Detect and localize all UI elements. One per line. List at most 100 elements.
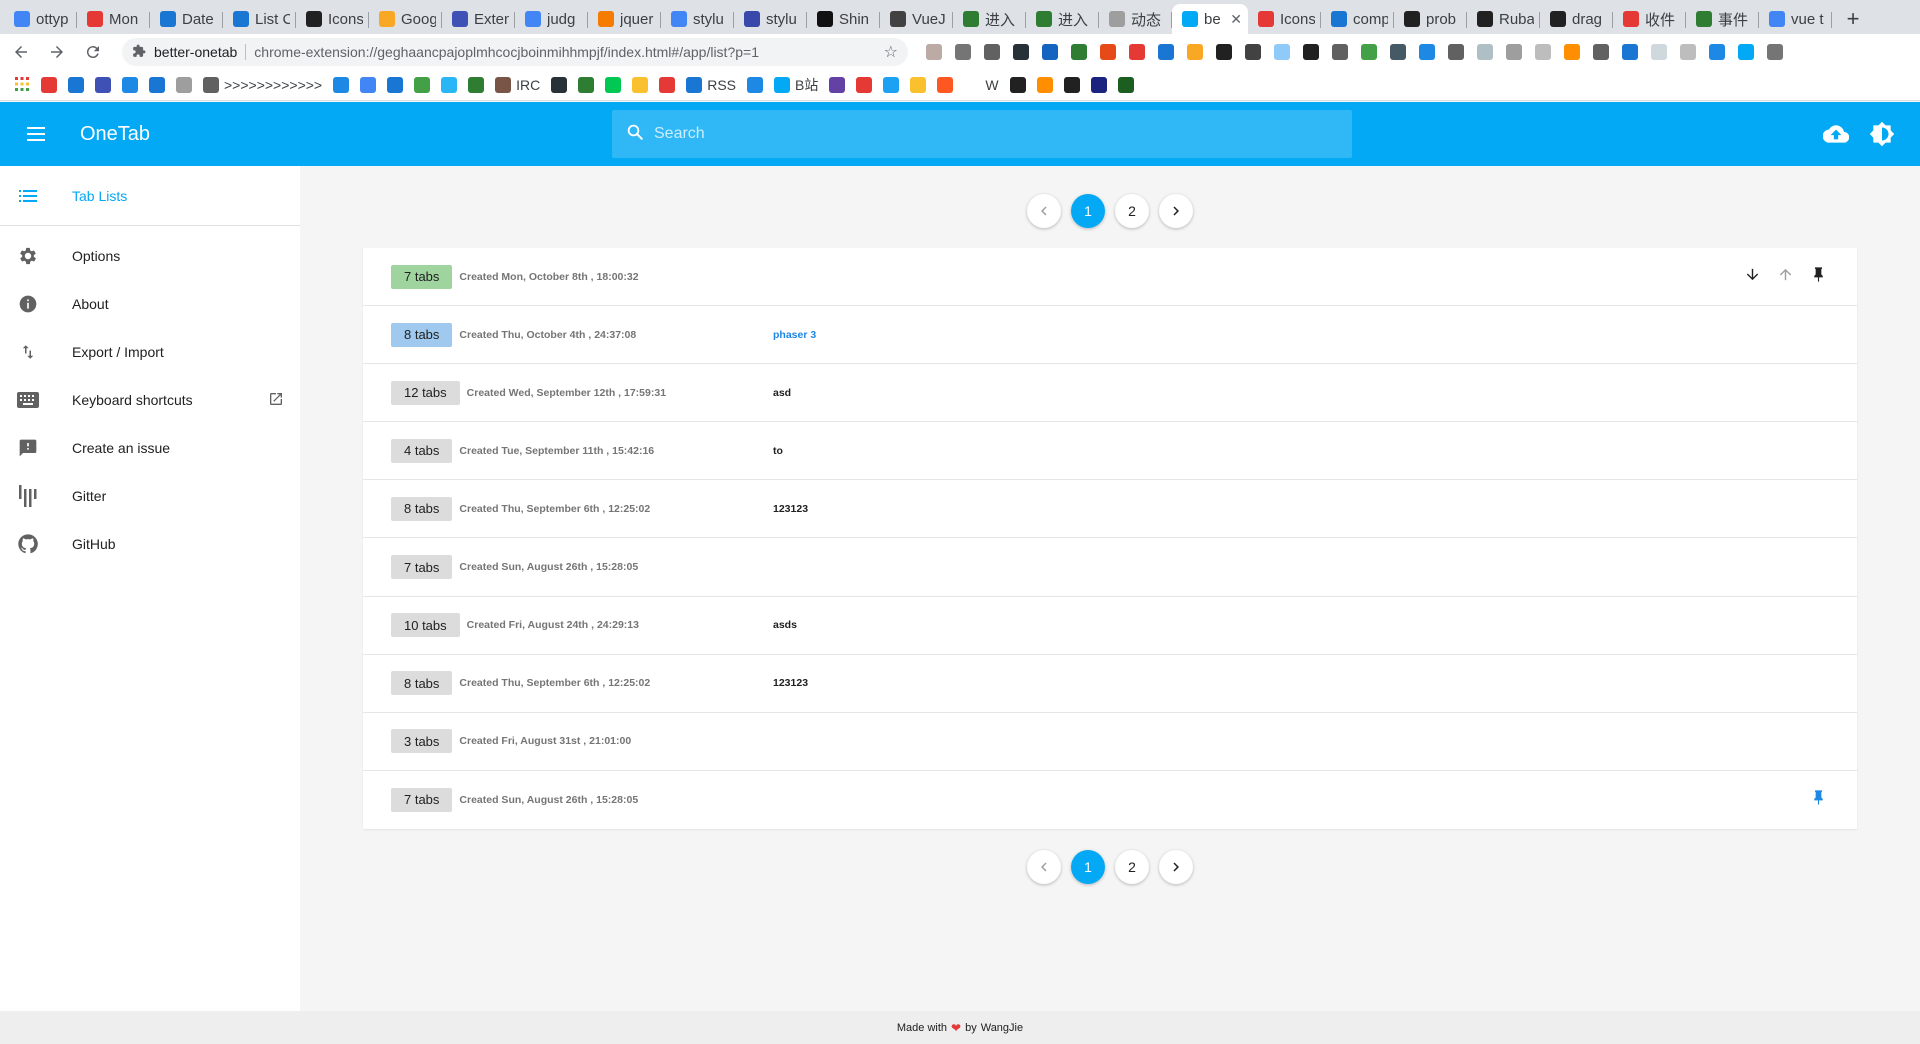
bookmark-item[interactable]: [333, 77, 350, 93]
extension-icon[interactable]: [955, 44, 971, 60]
pin-icon[interactable]: [1810, 266, 1827, 288]
bookmark-item[interactable]: [551, 77, 568, 93]
extension-icon[interactable]: [1738, 44, 1754, 60]
back-arrow-icon[interactable]: [6, 37, 36, 67]
sidebar-item-create-issue[interactable]: Create an issue: [0, 424, 300, 472]
tab-list-row[interactable]: 8 tabs Created Thu, October 4th , 24:37:0…: [363, 306, 1857, 365]
browser-tab[interactable]: judg: [515, 4, 588, 34]
extension-icon[interactable]: [1448, 44, 1464, 60]
extension-icon[interactable]: [1274, 44, 1290, 60]
extension-icon[interactable]: [1709, 44, 1725, 60]
bookmark-item[interactable]: W: [964, 77, 999, 93]
tab-list-row[interactable]: 8 tabs Created Thu, September 6th , 12:25…: [363, 480, 1857, 539]
extension-icon[interactable]: [1767, 44, 1783, 60]
tab-list-title[interactable]: phaser 3: [773, 329, 816, 341]
sidebar-item-github[interactable]: GitHub: [0, 520, 300, 568]
extension-icon[interactable]: [926, 44, 942, 60]
page-1-button[interactable]: 1: [1071, 194, 1105, 228]
bookmark-item[interactable]: >>>>>>>>>>>>: [203, 77, 322, 93]
brightness-icon[interactable]: [1866, 118, 1898, 150]
page-2-button[interactable]: 2: [1115, 194, 1149, 228]
tab-list-row[interactable]: 4 tabs Created Tue, September 11th , 15:4…: [363, 422, 1857, 481]
browser-tab[interactable]: List C: [223, 4, 296, 34]
extension-icon[interactable]: [1042, 44, 1058, 60]
extension-icon[interactable]: [1129, 44, 1145, 60]
bookmark-item[interactable]: [68, 77, 84, 93]
next-page-button[interactable]: [1159, 194, 1193, 228]
bookmark-item[interactable]: [659, 77, 676, 93]
page-2-button[interactable]: 2: [1115, 850, 1149, 884]
new-tab-button[interactable]: +: [1838, 4, 1868, 34]
bookmark-item[interactable]: [937, 77, 954, 93]
extension-icon[interactable]: [1187, 44, 1203, 60]
bookmark-item[interactable]: [910, 77, 927, 93]
bookmark-item[interactable]: [414, 77, 431, 93]
tab-count-badge[interactable]: 3 tabs: [391, 729, 453, 754]
apps-grid-icon[interactable]: [14, 76, 30, 95]
extension-icon[interactable]: [1158, 44, 1174, 60]
bookmark-item[interactable]: [387, 77, 404, 93]
arrow-up-icon[interactable]: [1777, 266, 1794, 288]
extension-icon[interactable]: [1564, 44, 1580, 60]
extension-icon[interactable]: [1506, 44, 1522, 60]
bookmark-item[interactable]: [578, 77, 595, 93]
extension-icon[interactable]: [1245, 44, 1261, 60]
bookmark-item[interactable]: [883, 77, 900, 93]
close-tab-icon[interactable]: ✕: [1230, 11, 1242, 28]
extension-icon[interactable]: [1680, 44, 1696, 60]
browser-tab[interactable]: Ruba: [1467, 4, 1540, 34]
browser-tab[interactable]: stylu: [661, 4, 734, 34]
bookmark-item[interactable]: [149, 77, 165, 93]
bookmark-item[interactable]: [122, 77, 138, 93]
extension-icon[interactable]: [1303, 44, 1319, 60]
tab-count-badge[interactable]: 7 tabs: [391, 555, 453, 580]
tab-list-title[interactable]: asd: [773, 387, 791, 399]
forward-arrow-icon[interactable]: [42, 37, 72, 67]
tab-count-badge[interactable]: 8 tabs: [391, 496, 453, 521]
bookmark-item[interactable]: [1063, 77, 1080, 93]
cloud-upload-icon[interactable]: [1820, 118, 1852, 150]
extension-icon[interactable]: [1100, 44, 1116, 60]
tab-count-badge[interactable]: 10 tabs: [391, 613, 460, 638]
browser-tab[interactable]: Date: [150, 4, 223, 34]
tab-list-row[interactable]: 7 tabs Created Sun, August 26th , 15:28:0…: [363, 538, 1857, 597]
browser-tab[interactable]: vue t: [1759, 4, 1832, 34]
extension-icon[interactable]: [1593, 44, 1609, 60]
tab-count-badge[interactable]: 4 tabs: [391, 438, 453, 463]
browser-tab[interactable]: comp: [1321, 4, 1394, 34]
hamburger-menu-icon[interactable]: [18, 116, 54, 152]
bookmark-star-icon[interactable]: ☆: [884, 42, 898, 62]
tab-count-badge[interactable]: 7 tabs: [391, 264, 453, 289]
extension-icon[interactable]: [1332, 44, 1348, 60]
browser-tab[interactable]: prob: [1394, 4, 1467, 34]
bookmark-item[interactable]: [829, 77, 846, 93]
extension-icon[interactable]: [1419, 44, 1435, 60]
tab-list-row[interactable]: 8 tabs Created Thu, September 6th , 12:25…: [363, 655, 1857, 713]
tab-list-row[interactable]: 7 tabs Created Mon, October 8th , 18:00:3…: [363, 248, 1857, 307]
bookmark-item[interactable]: B站: [774, 75, 818, 95]
bookmark-item[interactable]: [468, 77, 485, 93]
tab-count-badge[interactable]: 12 tabs: [391, 380, 460, 405]
tab-list-title[interactable]: asds: [773, 619, 797, 631]
bookmark-item[interactable]: [441, 77, 458, 93]
pin-icon[interactable]: [1810, 789, 1827, 811]
bookmark-item[interactable]: [632, 77, 649, 93]
search-input[interactable]: [654, 125, 1334, 143]
browser-tab[interactable]: be ✕: [1172, 4, 1248, 34]
bookmark-item[interactable]: [176, 77, 192, 93]
browser-tab[interactable]: stylu: [734, 4, 807, 34]
browser-tab[interactable]: ottyp: [4, 4, 77, 34]
tab-list-row[interactable]: 10 tabs Created Fri, August 24th , 24:29:…: [363, 597, 1857, 655]
reload-icon[interactable]: [78, 37, 108, 67]
bookmark-item[interactable]: [605, 77, 622, 93]
extension-icon[interactable]: [1622, 44, 1638, 60]
tab-count-badge[interactable]: 8 tabs: [391, 671, 453, 696]
sidebar-item-options[interactable]: Options: [0, 232, 300, 280]
arrow-down-icon[interactable]: [1744, 266, 1761, 288]
browser-tab[interactable]: drag: [1540, 4, 1613, 34]
browser-tab[interactable]: Icons: [296, 4, 369, 34]
extension-icon[interactable]: [1216, 44, 1232, 60]
extension-icon[interactable]: [1390, 44, 1406, 60]
sidebar-item-keyboard-shortcuts[interactable]: Keyboard shortcuts: [0, 376, 300, 424]
next-page-button[interactable]: [1159, 850, 1193, 884]
